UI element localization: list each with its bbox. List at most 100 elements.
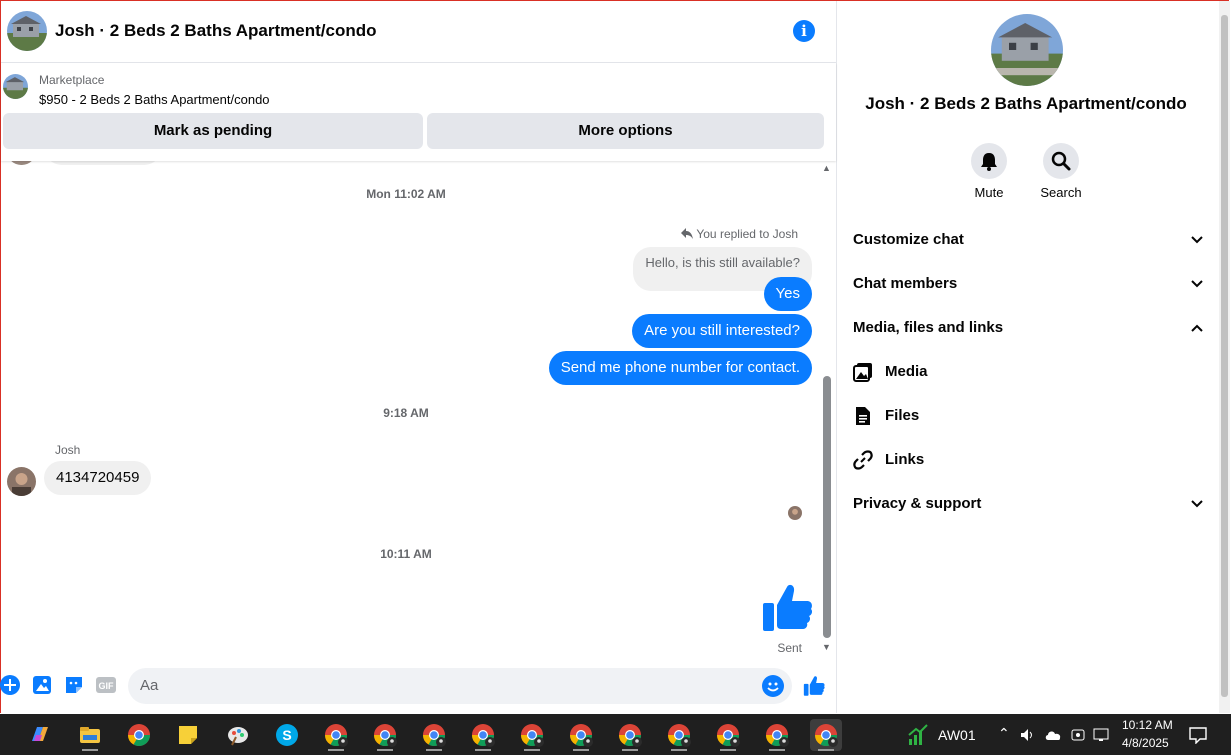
chrome-profile-icon[interactable] [712, 719, 744, 751]
stock-icon[interactable] [902, 719, 934, 751]
chrome-profile-icon[interactable] [565, 719, 597, 751]
chrome-profile-icon[interactable] [418, 719, 450, 751]
svg-text:GIF: GIF [99, 681, 115, 691]
sender-avatar[interactable] [7, 467, 36, 496]
like-icon[interactable] [803, 675, 825, 697]
outgoing-message[interactable]: Yes [763, 277, 812, 311]
chat-members-row[interactable]: Chat members [853, 264, 1203, 304]
scroll-down-icon[interactable]: ▼ [822, 642, 831, 652]
media-files-links-label: Media, files and links [853, 319, 1004, 336]
composer: GIF Aa [0, 665, 836, 709]
onedrive-icon[interactable] [1044, 729, 1062, 741]
marketplace-banner: Marketplace $950 - 2 Beds 2 Baths Apartm… [1, 63, 836, 161]
chrome-icon[interactable] [123, 719, 155, 751]
incoming-message[interactable]: 4134720459 [44, 461, 152, 495]
volume-icon[interactable] [1020, 727, 1036, 743]
media-files-links-row[interactable]: Media, files and links [853, 308, 1203, 348]
chrome-profile-icon[interactable] [614, 719, 646, 751]
paint-icon[interactable] [222, 719, 254, 751]
outgoing-message[interactable]: Are you still interested? [632, 314, 812, 348]
chevron-down-icon [1191, 280, 1203, 288]
chrome-profile-icon[interactable] [761, 719, 793, 751]
media-icon [853, 363, 872, 382]
notification-icon[interactable] [1188, 726, 1208, 744]
contact-avatar[interactable] [7, 11, 47, 51]
active-indicator [82, 749, 98, 751]
copilot-app-icon[interactable] [24, 719, 56, 751]
privacy-support-label: Privacy & support [853, 495, 982, 512]
clock-date[interactable]: 4/8/2025 [1122, 736, 1169, 750]
reply-note-text: You replied to Josh [696, 227, 798, 241]
scroll-up-icon[interactable]: ▲ [822, 163, 831, 173]
listing-thumbnail[interactable] [3, 74, 28, 99]
sent-status: Sent [777, 641, 802, 655]
chrome-profile-icon[interactable] [516, 719, 548, 751]
panel-title: Josh · 2 Beds 2 Baths Apartment/condo [865, 94, 1187, 113]
bell-icon[interactable] [971, 143, 1007, 179]
message-list: Mon 11:02 AM You replied to Josh Hello, … [1, 145, 836, 661]
panel-avatar[interactable] [991, 14, 1063, 86]
timestamp: Mon 11:02 AM [366, 187, 446, 201]
emoji-icon[interactable] [762, 675, 784, 697]
tray-label[interactable]: AW01 [938, 727, 976, 743]
reply-icon [681, 228, 694, 239]
chevron-up-icon [1191, 324, 1203, 332]
chevron-down-icon [1191, 236, 1203, 244]
page-scrollbar[interactable] [1219, 1, 1230, 713]
search-icon[interactable] [1043, 143, 1079, 179]
meet-icon[interactable] [1071, 727, 1085, 743]
mark-as-pending-button[interactable]: Mark as pending [3, 113, 423, 149]
files-label: Files [885, 407, 920, 424]
skype-icon[interactable]: S [271, 719, 303, 751]
chrome-profile-icon[interactable] [369, 719, 401, 751]
chat-scrollbar[interactable]: ▲ ▼ [821, 161, 833, 657]
info-icon[interactable]: i [793, 20, 815, 42]
chrome-profile-icon[interactable] [467, 719, 499, 751]
more-options-button[interactable]: More options [427, 113, 824, 149]
search-label: Search [1040, 185, 1082, 200]
chat-members-label: Chat members [853, 275, 958, 292]
files-item[interactable]: Files [853, 396, 1203, 436]
file-explorer-icon[interactable] [74, 719, 106, 751]
gif-icon[interactable]: GIF [95, 675, 117, 697]
links-item[interactable]: Links [853, 440, 1203, 480]
chrome-profile-icon[interactable] [663, 719, 695, 751]
file-icon [856, 407, 870, 425]
taskbar: S AW01 ⌃ 10:12 AM 4/8/2025 [0, 714, 1231, 755]
svg-text:S: S [282, 727, 291, 743]
mute-label: Mute [974, 185, 1004, 200]
sticker-icon[interactable] [64, 675, 86, 697]
seen-avatar [788, 506, 802, 520]
sticky-notes-icon[interactable] [172, 719, 204, 751]
plus-icon[interactable] [0, 675, 22, 697]
privacy-support-row[interactable]: Privacy & support [853, 484, 1203, 524]
mute-button[interactable]: Mute [959, 143, 1019, 200]
listing-title[interactable]: $950 - 2 Beds 2 Baths Apartment/condo [39, 92, 270, 107]
customize-chat-row[interactable]: Customize chat [853, 220, 1203, 260]
chevron-down-icon [1191, 500, 1203, 508]
like-sticker-icon[interactable] [761, 583, 813, 638]
network-icon[interactable] [1093, 727, 1111, 743]
chrome-profile-icon[interactable] [320, 719, 352, 751]
chat-pane: Josh · 2 Beds 2 Baths Apartment/condo i … [0, 1, 837, 713]
chat-title[interactable]: Josh · 2 Beds 2 Baths Apartment/condo [55, 21, 376, 41]
link-icon [853, 450, 873, 470]
clock-time[interactable]: 10:12 AM [1122, 718, 1173, 732]
sender-name: Josh [55, 443, 81, 457]
reply-note: You replied to Josh [681, 227, 798, 241]
timestamp: 9:18 AM [383, 406, 429, 420]
tray-overflow-icon[interactable]: ⌃ [998, 725, 1010, 742]
timestamp: 10:11 AM [380, 547, 432, 561]
scroll-thumb[interactable] [823, 376, 831, 638]
media-item[interactable]: Media [853, 352, 1203, 392]
page-scroll-thumb[interactable] [1221, 15, 1228, 697]
search-button[interactable]: Search [1031, 143, 1091, 200]
outgoing-message[interactable]: Send me phone number for contact. [548, 351, 812, 385]
message-input-placeholder: Aa [140, 677, 159, 694]
marketplace-label: Marketplace [39, 73, 105, 87]
message-input[interactable]: Aa [128, 668, 792, 704]
customize-chat-label: Customize chat [853, 231, 964, 248]
gallery-icon[interactable] [32, 675, 54, 697]
chrome-profile-icon[interactable] [810, 719, 842, 751]
links-label: Links [885, 451, 925, 468]
